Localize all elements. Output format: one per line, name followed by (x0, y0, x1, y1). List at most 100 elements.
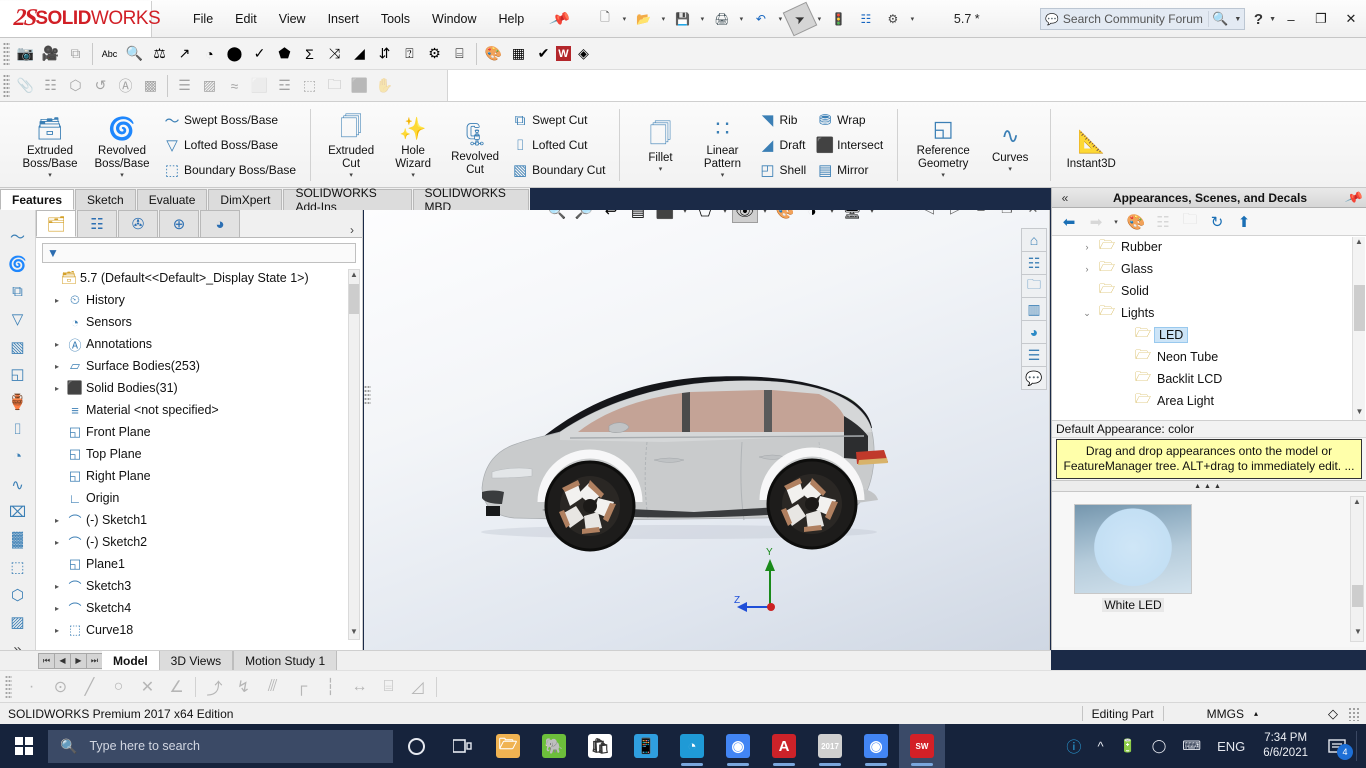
microsoft-store-taskbar-icon[interactable]: 🛍 (577, 724, 623, 768)
pager-btn-3[interactable]: ⏭ (86, 652, 103, 669)
options[interactable]: ⚙ (880, 6, 906, 32)
cycle-icon[interactable]: ↺ (88, 73, 113, 98)
swept-cut[interactable]: ⧉ Swept Cut (506, 108, 610, 133)
google-chrome-2-taskbar-icon[interactable]: ◉ (853, 724, 899, 768)
word-export-icon[interactable]: W (556, 46, 571, 61)
loft-surface-rail-icon[interactable]: ⌷ (5, 419, 31, 440)
line-tool-icon[interactable]: ╱ (75, 674, 104, 700)
construction-line-icon[interactable]: ┆ (316, 674, 345, 700)
expand-toggle[interactable]: › (1078, 242, 1096, 252)
feature-tree-row[interactable]: ≡ Material <not specified> (36, 399, 362, 421)
refresh-icon[interactable]: ↻ (1205, 210, 1229, 234)
ellipse-tool-icon[interactable]: ○ (104, 674, 133, 700)
import-diagnostics-icon[interactable]: ↗ (172, 41, 197, 66)
select[interactable]: ➤ (782, 1, 818, 36)
feature-tree-row[interactable]: ▸ Ⓐ Annotations (36, 333, 362, 355)
flex-rail-icon[interactable]: ▨ (5, 612, 31, 633)
extruded-cut[interactable]: 🗍 Extruded Cut (320, 107, 382, 171)
fillet-caret[interactable]: ▾ (659, 165, 663, 177)
menu-item-tools[interactable]: Tools (370, 8, 421, 30)
menu-item-file[interactable]: File (182, 8, 224, 30)
search-input[interactable]: Search Community Forum (1063, 12, 1208, 26)
extruded-boss-base[interactable]: 🗃 Extruded Boss/Base (14, 107, 86, 171)
blank-page-icon[interactable]: ⬚ (297, 73, 322, 98)
white-led-swatch-image[interactable] (1074, 504, 1192, 594)
feature-tree-row[interactable]: ◱ Front Plane (36, 421, 362, 443)
pager-btn-0[interactable]: ⏮ (38, 652, 55, 669)
feature-tree-row[interactable]: ▸ ⌒ Sketch4 (36, 597, 362, 619)
plane-rail-icon[interactable]: ◱ (5, 364, 31, 385)
boundary-boss-base[interactable]: ⬚ Boundary Boss/Base (158, 158, 301, 183)
scroll-up-arrow[interactable]: ▲ (349, 270, 359, 282)
tab-property-manager[interactable]: ☷ (77, 210, 117, 237)
appearance-swatch[interactable]: White LED (1074, 504, 1192, 612)
revolve-thin-rail-icon[interactable]: 🏺 (5, 392, 31, 413)
file-properties[interactable]: ☷ (853, 6, 879, 32)
linear-pattern-caret[interactable]: ▾ (721, 171, 725, 183)
mass-properties-icon[interactable]: ⬤ (222, 41, 247, 66)
tab-configuration-manager[interactable]: ✇ (118, 210, 158, 237)
flow-icon[interactable]: ≈ (222, 73, 247, 98)
toolbar-grip-2[interactable] (3, 73, 10, 98)
new-document-caret[interactable]: ▾ (619, 6, 630, 32)
select-caret[interactable]: ▾ (814, 6, 825, 32)
expand-toggle[interactable]: ▸ (50, 604, 64, 613)
print-document[interactable]: 🖨 (709, 6, 735, 32)
tab-feature-tree[interactable]: 🗂 (36, 210, 76, 237)
offset-entities-icon[interactable]: ⫻ (258, 674, 287, 700)
solidworks-active-taskbar-icon[interactable]: SW (899, 724, 945, 768)
tab-display-manager[interactable]: ◕ (200, 210, 240, 237)
revolved-cut[interactable]: 🗜 Revolved Cut (444, 113, 506, 177)
expand-toggle[interactable]: ▸ (50, 362, 64, 371)
scene-illumination-icon[interactable]: ▦ (506, 41, 531, 66)
revolved-boss-base-caret[interactable]: ▾ (120, 171, 124, 183)
close-window-button[interactable]: ✕ (1336, 11, 1366, 27)
microsoft-edge-taskbar-icon[interactable]: ◔ (669, 724, 715, 768)
sketch-toolbar-grip[interactable] (5, 674, 12, 699)
units-label[interactable]: MMGS (1207, 707, 1244, 721)
save-document-caret[interactable]: ▾ (697, 6, 708, 32)
expand-toggle[interactable]: ▸ (50, 296, 64, 305)
swept-boss-rail-icon[interactable]: 〜 (5, 226, 31, 247)
expand-toggle[interactable]: ▸ (50, 582, 64, 591)
texture-icon[interactable]: ▩ (138, 73, 163, 98)
extruded-cut-caret[interactable]: ▾ (349, 171, 353, 183)
menu-pin-icon[interactable]: 📌 (549, 7, 573, 30)
pattern-icon[interactable]: ⬡ (63, 73, 88, 98)
pager-btn-2[interactable]: ▶ (70, 652, 87, 669)
wrap[interactable]: ⛃ Wrap (811, 108, 888, 133)
appearance-scroll-down[interactable]: ▼ (1353, 407, 1366, 420)
layers-icon[interactable]: ◇ (1328, 706, 1338, 722)
bottom-tab-motion-study-1[interactable]: Motion Study 1 (233, 651, 338, 670)
appearances-sphere-icon[interactable]: ◕ (1021, 320, 1047, 344)
action-center-icon[interactable]: 4 (1318, 724, 1356, 768)
3d-interconnect-icon[interactable]: ◈ (571, 41, 596, 66)
feature-tree-row[interactable]: ▸ ▱ Surface Bodies(253) (36, 355, 362, 377)
units-caret[interactable]: ▴ (1254, 709, 1258, 718)
hierarchy-icon[interactable]: ☲ (272, 73, 297, 98)
design-library-icon[interactable]: 🗀 (1021, 274, 1047, 298)
intersect[interactable]: ⬛ Intersect (811, 133, 888, 158)
gallery-scroll-up[interactable]: ▲ (1351, 497, 1363, 511)
save-document[interactable]: 💾 (670, 6, 696, 32)
open-document-caret[interactable]: ▾ (658, 6, 669, 32)
swept-cut-rail-icon[interactable]: ⧉ (5, 282, 31, 303)
gallery-scroll-thumb[interactable] (1352, 585, 1363, 607)
print-document-caret[interactable]: ▾ (736, 6, 747, 32)
windows-start-icon[interactable] (0, 724, 48, 768)
view-list-icon[interactable]: ☷ (1151, 210, 1175, 234)
scroll-down-arrow[interactable]: ▼ (349, 627, 359, 639)
draft[interactable]: ◢ Draft (753, 133, 811, 158)
battery-icon[interactable]: 🔋 (1112, 738, 1144, 754)
feature-tree-row[interactable]: ▸ ⬛ Solid Bodies(31) (36, 377, 362, 399)
maximize-window-button[interactable]: ❐ (1306, 11, 1336, 27)
graphics-viewport[interactable]: 🔍🔎↩▤⬛▾⬠▾👁▾🎨◑▾🖥▾ ◁▷–❐✕ (364, 210, 1050, 650)
expand-toggle[interactable]: ▸ (50, 340, 64, 349)
feature-tree-row[interactable]: ∟ Origin (36, 487, 362, 509)
revolved-rail-icon[interactable]: 🌀 (5, 254, 31, 275)
feature-tree-row[interactable]: 🗃 5.7 (Default<<Default>_Display State 1>… (36, 267, 362, 289)
hand-tool-icon[interactable]: ✋ (372, 73, 397, 98)
gallery-scroll-down[interactable]: ▼ (1351, 627, 1365, 641)
deviation-analysis-icon[interactable]: ⤨ (322, 41, 347, 66)
record-video-icon[interactable]: 🎥 (38, 41, 63, 66)
